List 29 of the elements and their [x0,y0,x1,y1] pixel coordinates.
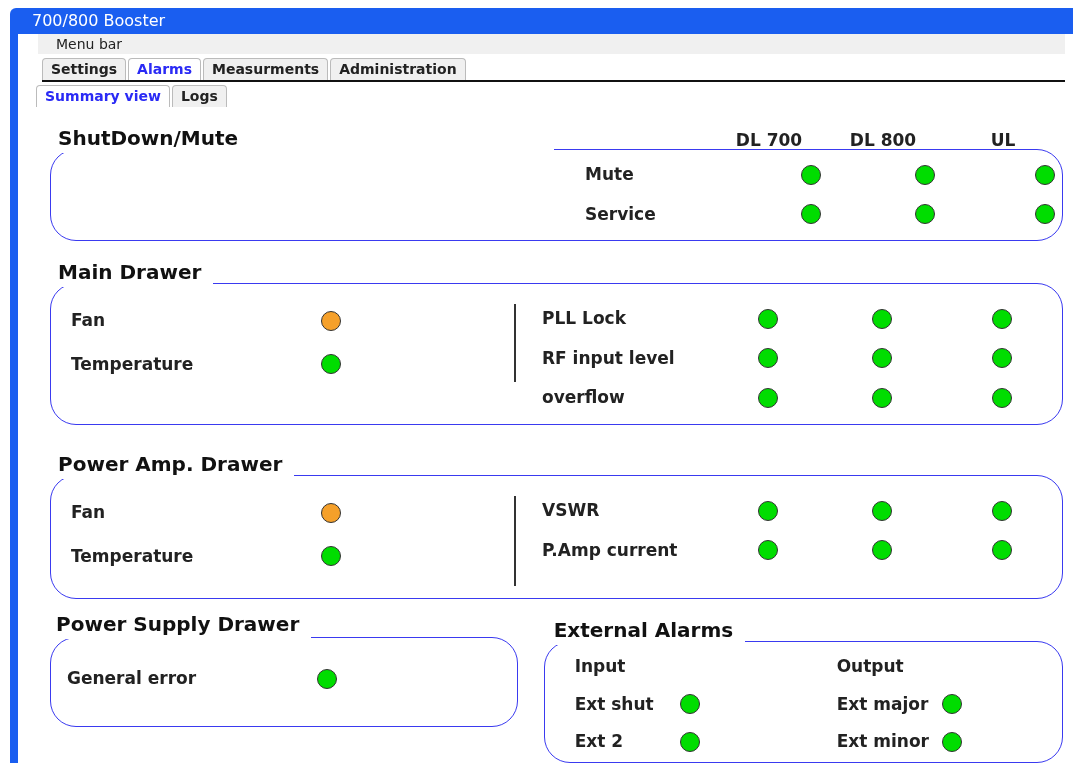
alarm-label: Input [574,655,627,678]
tab[interactable]: Alarms [128,58,201,80]
alarm-label: Temperature [71,544,195,568]
tab[interactable]: Administration [330,58,466,80]
menu-bar-label: Menu bar [56,34,123,54]
alarm-label: Ext minor [836,730,930,753]
alarm-label: Output [836,655,905,678]
alarm-label: overflow [542,386,626,409]
column-header: UL [989,128,1017,152]
tab[interactable]: Summary view [36,85,170,107]
alarm-label: Mute [585,163,635,186]
alarm-label: Ext major [836,692,930,716]
tab[interactable]: Logs [171,85,227,107]
window-title: 700/800 Booster [32,10,166,32]
alarm-label: General error [67,667,198,690]
tab[interactable]: Settings [42,58,127,80]
alarm-label: Ext 2 [574,730,625,753]
alarm-label: Ext shut [574,692,655,716]
alarm-label: Service [585,202,657,226]
alarm-label: Fan [71,309,107,332]
column-header: DL 700 [734,128,804,152]
alarm-label: Temperature [71,352,195,376]
tab[interactable]: Measurments [203,58,329,80]
alarm-label: Fan [71,501,107,524]
column-header: DL 800 [848,128,918,152]
alarm-label: VSWR [542,499,601,522]
alarm-label: P.Amp current [542,538,679,562]
alarm-label: PLL Lock [542,307,627,330]
alarm-label: RF input level [542,346,676,370]
